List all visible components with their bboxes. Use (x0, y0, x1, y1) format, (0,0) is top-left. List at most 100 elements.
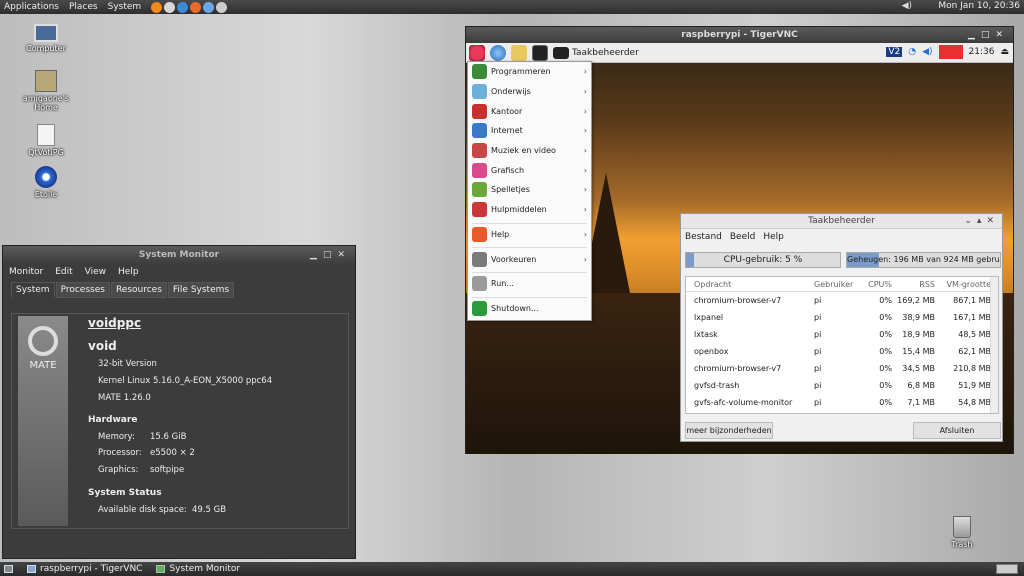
gear-icon (35, 166, 57, 188)
tab-system[interactable]: System (11, 282, 55, 298)
menu-item-muziek-en-video[interactable]: Muziek en video › (468, 141, 591, 161)
graphics-value: softpipe (150, 465, 185, 475)
maximize-icon[interactable]: □ (323, 250, 338, 260)
terminal-icon[interactable] (532, 44, 548, 61)
desktop-icon-label: Etoile (34, 190, 58, 199)
table-row[interactable]: lxtask pi 0% 18,9 MB 48,5 MB (686, 326, 998, 343)
table-cell: pi (814, 398, 822, 407)
desktop-icon-computer[interactable]: Computer (16, 24, 76, 53)
vnc-clock[interactable]: 21:36 (969, 47, 995, 57)
column-header-vm[interactable]: VM-grootte (935, 280, 991, 289)
window-controls: ⌄▴✕ (964, 214, 999, 229)
menu-item-hulpmiddelen[interactable]: Hulpmiddelen › (468, 200, 591, 220)
volume-icon[interactable]: ◀) (902, 1, 912, 11)
task-system-monitor[interactable]: System Monitor (152, 564, 244, 574)
table-row[interactable]: chromium-browser-v7 pi 0% 34,5 MB 210,8 MB (686, 360, 998, 377)
computer-icon (34, 24, 58, 42)
taskmanager-titlebar[interactable]: Taakbeheerder ⌄▴✕ (681, 214, 1002, 229)
maximize-icon[interactable]: □ (981, 30, 996, 40)
hostname: voidppc (88, 316, 142, 330)
eject-icon[interactable]: ⏏ (1000, 47, 1009, 57)
cpu-monitor-icon[interactable] (938, 45, 963, 59)
column-header-cpu[interactable]: CPU% (850, 280, 895, 289)
scrollbar[interactable] (990, 277, 998, 413)
browser-icon[interactable] (490, 44, 506, 61)
window-controls: ▁□✕ (968, 27, 1009, 43)
chevron-down-icon[interactable]: ⌄ (964, 216, 977, 226)
menu-item-icon (472, 202, 487, 218)
vnc-icon[interactable]: V2 (886, 47, 903, 57)
system-monitor-menubar: Monitor Edit View Help (3, 264, 355, 280)
table-row[interactable]: lxpanel pi 0% 38,9 MB 167,1 MB (686, 309, 998, 326)
firefox-icon[interactable] (190, 1, 202, 13)
browser-icon[interactable] (177, 1, 189, 13)
menu-bestand[interactable]: Bestand (685, 232, 722, 242)
tab-processes[interactable]: Processes (55, 282, 110, 298)
close-button[interactable]: Afsluiten (913, 422, 1001, 439)
menu-help[interactable]: Help (118, 267, 139, 277)
task-vnc[interactable]: raspberrypi - TigerVNC (23, 564, 146, 574)
desktop-icon-trash[interactable]: Trash (932, 516, 992, 549)
column-header-rss[interactable]: RSS (895, 280, 935, 289)
kernel-version: Kernel Linux 5.16.0_A-EON_X5000 ppc64 (98, 376, 273, 386)
menu-system[interactable]: System (108, 2, 142, 12)
workspace-switcher[interactable] (996, 564, 1018, 574)
minimize-icon[interactable]: ▁ (968, 30, 981, 40)
folder-icon[interactable] (511, 44, 527, 61)
table-cell: 0% (879, 347, 892, 356)
menu-item-help[interactable]: Help › (468, 225, 591, 245)
vlc-icon[interactable] (151, 1, 163, 13)
menu-item-programmeren[interactable]: Programmeren › (468, 62, 591, 82)
menu-item-internet[interactable]: Internet › (468, 121, 591, 141)
close-icon[interactable]: ✕ (337, 250, 351, 260)
menu-item-kantoor[interactable]: Kantoor › (468, 101, 591, 121)
raspberry-menu-icon[interactable] (469, 44, 485, 61)
menu-item-onderwijs[interactable]: Onderwijs › (468, 82, 591, 102)
chevron-right-icon: › (583, 67, 587, 77)
details-button[interactable]: meer bijzonderheden (685, 422, 773, 439)
vnc-titlebar[interactable]: raspberrypi - TigerVNC ▁□✕ (466, 27, 1013, 43)
email-icon[interactable] (203, 1, 215, 13)
table-cell: 62,1 MB (958, 347, 991, 356)
menu-item-run[interactable]: Run... (468, 274, 591, 294)
desktop-icon-label: Trash (951, 540, 973, 549)
volume-icon[interactable]: ◀) (922, 47, 932, 57)
terminal-icon[interactable] (216, 1, 228, 13)
desktop-icon-etoile[interactable]: Etoile (16, 166, 76, 199)
clock[interactable]: Mon Jan 10, 20:36 (938, 1, 1020, 11)
menu-applications[interactable]: Applications (4, 2, 59, 12)
table-cell: chromium-browser-v7 (694, 364, 782, 373)
column-header-user[interactable]: Gebruiker (810, 280, 853, 289)
desktop-icon-document[interactable]: QtVotiPG (16, 124, 76, 157)
desktop-icon-home[interactable]: amigaone's Home (16, 70, 76, 112)
menu-edit[interactable]: Edit (55, 267, 72, 277)
menu-item-spelletjes[interactable]: Spelletjes › (468, 180, 591, 200)
hardware-heading: Hardware (88, 415, 138, 425)
menu-item-shutdown[interactable]: Shutdown... (468, 299, 591, 319)
network-icon[interactable] (164, 1, 176, 13)
menu-view[interactable]: View (85, 267, 106, 277)
menu-help[interactable]: Help (763, 232, 784, 242)
menu-beeld[interactable]: Beeld (730, 232, 755, 242)
memory-label: Memory: (98, 432, 135, 442)
table-row[interactable]: chromium-browser-v7 pi 0% 169,2 MB 867,1 MB (686, 292, 998, 309)
menu-item-voorkeuren[interactable]: Voorkeuren › (468, 249, 591, 269)
task-label: System Monitor (169, 564, 241, 574)
table-row[interactable]: gvfs-afc-volume-monitor pi 0% 7,1 MB 54,8 MB (686, 394, 998, 411)
taskbar-item-taakbeheerder[interactable]: Taakbeheerder (553, 46, 639, 59)
minimize-icon[interactable]: ▁ (310, 250, 323, 260)
menu-monitor[interactable]: Monitor (9, 267, 43, 277)
close-icon[interactable]: ✕ (986, 216, 999, 226)
column-header-command[interactable]: Opdracht (686, 280, 810, 289)
tab-resources[interactable]: Resources (110, 282, 167, 298)
table-row[interactable]: openbox pi 0% 15,4 MB 62,1 MB (686, 343, 998, 360)
menu-places[interactable]: Places (69, 2, 98, 12)
tab-file-systems[interactable]: File Systems (167, 282, 235, 298)
menu-item-grafisch[interactable]: Grafisch › (468, 160, 591, 180)
wifi-icon[interactable]: ◔ (908, 47, 916, 57)
show-desktop-icon[interactable] (4, 565, 13, 573)
bottom-panel: raspberrypi - TigerVNC System Monitor (0, 562, 1024, 576)
close-icon[interactable]: ✕ (995, 30, 1009, 40)
system-monitor-titlebar[interactable]: System Monitor ▁□✕ (3, 246, 355, 264)
table-row[interactable]: gvfsd-trash pi 0% 6,8 MB 51,9 MB (686, 377, 998, 394)
